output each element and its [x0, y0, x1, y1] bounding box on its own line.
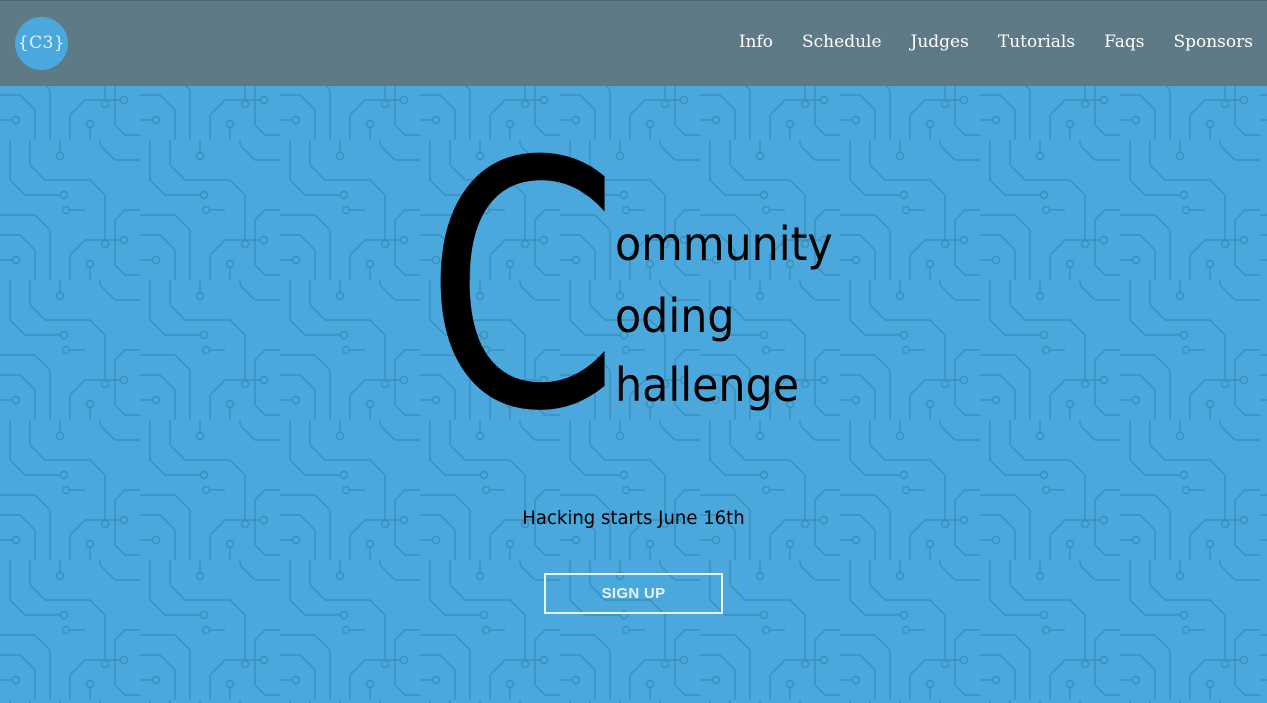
nav-item-faqs[interactable]: Faqs [1104, 32, 1144, 52]
sign-up-button[interactable]: SIGN UP [544, 573, 723, 614]
nav-item-tutorials[interactable]: Tutorials [998, 32, 1075, 52]
nav-item-judges[interactable]: Judges [911, 32, 969, 52]
logo[interactable]: {C3} [15, 17, 68, 70]
page: {C3} Info Schedule Judges Tutorials Faqs… [0, 0, 1267, 703]
hero-title-line-1: ommunity [615, 217, 833, 271]
navbar: {C3} Info Schedule Judges Tutorials Faqs… [0, 0, 1267, 86]
nav-item-schedule[interactable]: Schedule [802, 32, 882, 52]
nav-menu: Info Schedule Judges Tutorials Faqs Spon… [710, 32, 1253, 52]
nav-item-sponsors[interactable]: Sponsors [1173, 32, 1253, 52]
hero-title-line-3: hallenge [615, 358, 800, 412]
hero-subtitle: Hacking starts June 16th [522, 507, 745, 529]
hero-big-letter: C [425, 90, 620, 486]
nav-item-info[interactable]: Info [739, 32, 773, 52]
hero-title-line-2: oding [615, 289, 735, 343]
